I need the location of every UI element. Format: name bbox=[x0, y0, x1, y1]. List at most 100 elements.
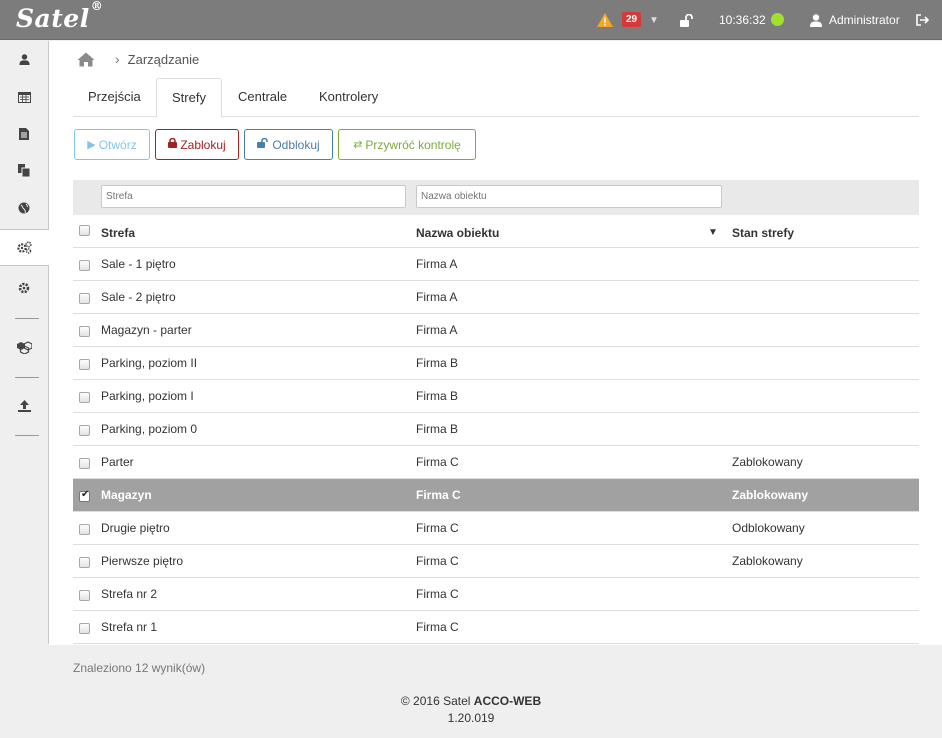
object-name: Firma C bbox=[416, 488, 461, 502]
sidebar-divider bbox=[15, 377, 39, 378]
open-button[interactable]: ▶ Otwórz bbox=[74, 129, 150, 160]
sidebar-item-upload[interactable] bbox=[0, 387, 48, 424]
object-name: Firma C bbox=[416, 554, 459, 568]
logout-icon[interactable] bbox=[916, 0, 930, 40]
zone-name: Drugie piętro bbox=[101, 521, 170, 535]
row-checkbox-checked[interactable] bbox=[79, 489, 90, 502]
sidebar-item-schedules[interactable] bbox=[0, 78, 48, 115]
warning-icon[interactable] bbox=[597, 0, 613, 40]
object-name: Firma B bbox=[416, 422, 458, 436]
alarm-count-badge[interactable]: 29 bbox=[622, 12, 642, 27]
user-icon bbox=[18, 54, 30, 65]
chevron-down-icon[interactable]: ▼ bbox=[649, 0, 659, 40]
table-row[interactable]: Parking, poziom II Firma B bbox=[73, 347, 919, 380]
object-name: Firma C bbox=[416, 521, 459, 535]
row-checkbox[interactable] bbox=[79, 260, 90, 271]
zone-state: Zablokowany bbox=[732, 488, 809, 502]
breadcrumb: › Zarządzanie bbox=[77, 49, 199, 69]
zone-name: Strefa nr 2 bbox=[101, 587, 158, 601]
chevron-right-icon: › bbox=[115, 51, 120, 67]
lock-icon bbox=[168, 137, 178, 151]
column-header-object[interactable]: Nazwa obiektu bbox=[416, 215, 499, 248]
row-checkbox[interactable] bbox=[79, 326, 90, 337]
sidebar-item-copies[interactable] bbox=[0, 152, 48, 189]
filter-row bbox=[73, 180, 919, 215]
restore-control-button[interactable]: ⇄ Przywróć kontrolę bbox=[338, 129, 476, 160]
object-filter-input[interactable] bbox=[416, 185, 722, 208]
object-name: Firma B bbox=[416, 389, 458, 403]
exchange-icon: ⇄ bbox=[353, 139, 363, 151]
column-header-state[interactable]: Stan strefy bbox=[732, 215, 794, 248]
table-row[interactable]: Magazyn - parter Firma A bbox=[73, 314, 919, 347]
table-row[interactable]: Parter Firma C Zablokowany bbox=[73, 446, 919, 479]
object-name: Firma C bbox=[416, 587, 459, 601]
row-checkbox[interactable] bbox=[79, 524, 90, 535]
user-name[interactable]: Administrator bbox=[829, 0, 900, 40]
play-icon: ▶ bbox=[87, 139, 96, 151]
row-checkbox[interactable] bbox=[79, 392, 90, 403]
table-row[interactable]: Parking, poziom 0 Firma B bbox=[73, 413, 919, 446]
satel-logo[interactable]: Satel® bbox=[16, 0, 103, 33]
row-checkbox[interactable] bbox=[79, 557, 90, 568]
home-icon[interactable] bbox=[77, 52, 95, 67]
object-name: Firma B bbox=[416, 356, 458, 370]
row-checkbox[interactable] bbox=[79, 359, 90, 370]
tab-controllers[interactable]: Kontrolery bbox=[304, 78, 393, 117]
zone-name: Parking, poziom II bbox=[101, 356, 198, 370]
row-checkbox[interactable] bbox=[79, 293, 90, 304]
sidebar-item-map[interactable] bbox=[0, 189, 48, 226]
connection-status-icon bbox=[771, 13, 784, 26]
zone-name: Sale - 1 piętro bbox=[101, 257, 176, 271]
object-name: Firma C bbox=[416, 620, 459, 634]
select-all-checkbox[interactable] bbox=[79, 225, 90, 236]
zone-name: Parking, poziom I bbox=[101, 389, 194, 403]
lock-button[interactable]: Zablokuj bbox=[155, 129, 239, 160]
user-icon[interactable] bbox=[810, 0, 822, 40]
row-checkbox[interactable] bbox=[79, 458, 90, 469]
table-header: Strefa Nazwa obiektu ▼ Stan strefy bbox=[73, 215, 919, 248]
sort-desc-icon[interactable]: ▼ bbox=[708, 227, 718, 238]
tab-bar: Przejścia Strefy Centrale Kontrolery bbox=[73, 78, 919, 118]
sidebar-item-management[interactable] bbox=[0, 229, 49, 266]
sidebar-item-reports[interactable] bbox=[0, 115, 48, 152]
table-row[interactable]: Strefa nr 1 Firma C bbox=[73, 611, 919, 644]
row-checkbox[interactable] bbox=[79, 425, 90, 436]
zones-table: Strefa Nazwa obiektu ▼ Stan strefy Sale … bbox=[73, 215, 919, 644]
column-header-zone[interactable]: Strefa bbox=[101, 215, 135, 248]
zone-name: Magazyn - parter bbox=[101, 323, 192, 337]
table-row[interactable]: Strefa nr 2 Firma C bbox=[73, 578, 919, 611]
row-checkbox[interactable] bbox=[79, 590, 90, 601]
zone-name: Strefa nr 1 bbox=[101, 620, 158, 634]
gear-icon bbox=[18, 282, 30, 293]
top-bar: Satel® 29 ▼ 10:36:32 Administrator bbox=[0, 0, 942, 40]
unlock-icon[interactable] bbox=[680, 0, 694, 40]
tab-panels[interactable]: Centrale bbox=[223, 78, 302, 117]
object-name: Firma A bbox=[416, 257, 458, 271]
zone-name: Sale - 2 piętro bbox=[101, 290, 176, 304]
unlock-button[interactable]: Odblokuj bbox=[244, 129, 333, 160]
table-row[interactable]: Sale - 2 piętro Firma A bbox=[73, 281, 919, 314]
table-row[interactable]: Pierwsze piętro Firma C Zablokowany bbox=[73, 545, 919, 578]
zone-name: Parter bbox=[101, 455, 134, 469]
upload-icon bbox=[17, 399, 31, 412]
footer: © 2016 Satel ACCO-WEB 1.20.019 bbox=[0, 693, 942, 727]
copy-icon bbox=[18, 164, 30, 177]
sidebar-divider bbox=[15, 435, 39, 436]
sidebar-item-settings[interactable] bbox=[0, 269, 48, 306]
zone-filter-input[interactable] bbox=[101, 185, 406, 208]
sidebar-item-modules[interactable] bbox=[0, 329, 48, 366]
cogs-icon bbox=[17, 241, 32, 254]
breadcrumb-current: Zarządzanie bbox=[127, 51, 200, 67]
document-icon bbox=[19, 127, 29, 140]
zone-state: Zablokowany bbox=[732, 554, 803, 568]
tab-transitions[interactable]: Przejścia bbox=[73, 78, 156, 117]
table-row[interactable]: Parking, poziom I Firma B bbox=[73, 380, 919, 413]
sidebar-item-users[interactable] bbox=[0, 41, 48, 78]
table-row-selected[interactable]: Magazyn Firma C Zablokowany bbox=[73, 479, 919, 512]
row-checkbox[interactable] bbox=[79, 623, 90, 634]
table-row[interactable]: Sale - 1 piętro Firma A bbox=[73, 248, 919, 281]
tab-zones[interactable]: Strefy bbox=[156, 78, 222, 118]
footer-product: ACCO-WEB bbox=[473, 694, 542, 708]
table-row[interactable]: Drugie piętro Firma C Odblokowany bbox=[73, 512, 919, 545]
cubes-icon bbox=[16, 341, 32, 354]
